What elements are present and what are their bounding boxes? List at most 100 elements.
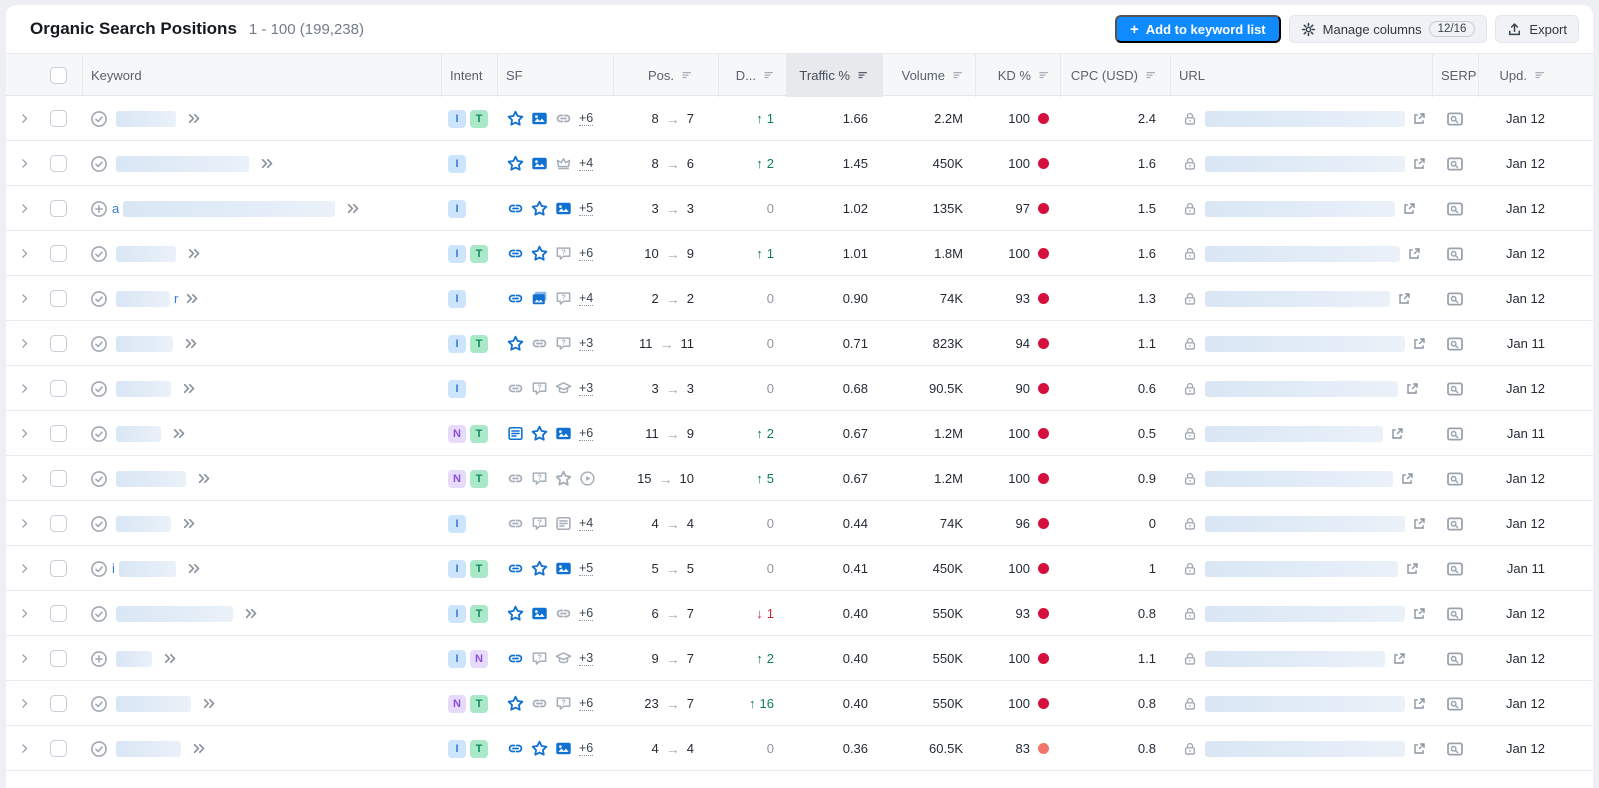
more-serp-features-link[interactable]: +5 [579, 201, 593, 216]
column-header-upd[interactable]: Upd. [1478, 54, 1556, 97]
sort-icon[interactable] [763, 69, 776, 82]
external-link-icon[interactable] [1412, 741, 1427, 756]
sort-icon[interactable] [681, 69, 694, 82]
column-header-diff[interactable]: D... [718, 54, 786, 97]
expand-chevron-icon[interactable] [18, 112, 31, 125]
more-serp-features-link[interactable]: +6 [579, 606, 593, 621]
sort-icon[interactable] [857, 69, 870, 82]
double-chevron-icon[interactable] [346, 201, 361, 216]
double-chevron-icon[interactable] [202, 696, 217, 711]
double-chevron-icon[interactable] [187, 246, 202, 261]
external-link-icon[interactable] [1390, 426, 1405, 441]
external-link-icon[interactable] [1392, 651, 1407, 666]
expand-chevron-icon[interactable] [18, 382, 31, 395]
row-checkbox[interactable] [50, 650, 67, 667]
column-header-cpc[interactable]: CPC (USD) [1060, 54, 1170, 97]
expand-chevron-icon[interactable] [18, 292, 31, 305]
row-checkbox[interactable] [50, 290, 67, 307]
expand-chevron-icon[interactable] [18, 697, 31, 710]
add-to-keyword-list-button[interactable]: + Add to keyword list [1115, 15, 1281, 43]
external-link-icon[interactable] [1397, 291, 1412, 306]
expand-chevron-icon[interactable] [18, 607, 31, 620]
expand-chevron-icon[interactable] [18, 742, 31, 755]
serp-preview-icon[interactable] [1446, 470, 1464, 488]
row-checkbox[interactable] [50, 245, 67, 262]
row-checkbox[interactable] [50, 740, 67, 757]
more-serp-features-link[interactable]: +3 [579, 381, 593, 396]
expand-chevron-icon[interactable] [18, 562, 31, 575]
double-chevron-icon[interactable] [184, 336, 199, 351]
double-chevron-icon[interactable] [182, 516, 197, 531]
serp-preview-icon[interactable] [1446, 695, 1464, 713]
row-checkbox[interactable] [50, 380, 67, 397]
double-chevron-icon[interactable] [244, 606, 259, 621]
serp-preview-icon[interactable] [1446, 650, 1464, 668]
sort-icon[interactable] [1038, 69, 1051, 82]
column-header-kd[interactable]: KD % [975, 54, 1060, 97]
serp-preview-icon[interactable] [1446, 560, 1464, 578]
serp-preview-icon[interactable] [1446, 605, 1464, 623]
external-link-icon[interactable] [1412, 606, 1427, 621]
row-checkbox[interactable] [50, 155, 67, 172]
column-header-pos[interactable]: Pos. [613, 54, 718, 97]
double-chevron-icon[interactable] [260, 156, 275, 171]
sort-icon[interactable] [952, 69, 965, 82]
more-serp-features-link[interactable]: +4 [579, 156, 593, 171]
external-link-icon[interactable] [1412, 516, 1427, 531]
double-chevron-icon[interactable] [187, 561, 202, 576]
serp-preview-icon[interactable] [1446, 515, 1464, 533]
row-checkbox[interactable] [50, 335, 67, 352]
serp-preview-icon[interactable] [1446, 740, 1464, 758]
row-checkbox[interactable] [50, 425, 67, 442]
column-header-volume[interactable]: Volume [882, 54, 975, 97]
expand-chevron-icon[interactable] [18, 247, 31, 260]
external-link-icon[interactable] [1407, 246, 1422, 261]
expand-chevron-icon[interactable] [18, 427, 31, 440]
more-serp-features-link[interactable]: +6 [579, 111, 593, 126]
expand-chevron-icon[interactable] [18, 202, 31, 215]
double-chevron-icon[interactable] [182, 381, 197, 396]
row-checkbox[interactable] [50, 560, 67, 577]
row-checkbox[interactable] [50, 470, 67, 487]
more-serp-features-link[interactable]: +3 [579, 336, 593, 351]
double-chevron-icon[interactable] [172, 426, 187, 441]
external-link-icon[interactable] [1412, 111, 1427, 126]
external-link-icon[interactable] [1412, 156, 1427, 171]
double-chevron-icon[interactable] [187, 111, 202, 126]
expand-chevron-icon[interactable] [18, 517, 31, 530]
more-serp-features-link[interactable]: +3 [579, 651, 593, 666]
serp-preview-icon[interactable] [1446, 335, 1464, 353]
more-serp-features-link[interactable]: +4 [579, 516, 593, 531]
export-button[interactable]: Export [1495, 15, 1579, 43]
serp-preview-icon[interactable] [1446, 245, 1464, 263]
column-header-traffic[interactable]: Traffic % [786, 54, 882, 97]
external-link-icon[interactable] [1412, 336, 1427, 351]
row-checkbox[interactable] [50, 110, 67, 127]
expand-chevron-icon[interactable] [18, 652, 31, 665]
serp-preview-icon[interactable] [1446, 425, 1464, 443]
row-checkbox[interactable] [50, 200, 67, 217]
double-chevron-icon[interactable] [185, 291, 200, 306]
external-link-icon[interactable] [1405, 381, 1420, 396]
expand-chevron-icon[interactable] [18, 157, 31, 170]
sort-icon[interactable] [1534, 69, 1547, 82]
more-serp-features-link[interactable]: +5 [579, 561, 593, 576]
more-serp-features-link[interactable]: +6 [579, 696, 593, 711]
serp-preview-icon[interactable] [1446, 290, 1464, 308]
row-checkbox[interactable] [50, 605, 67, 622]
external-link-icon[interactable] [1405, 561, 1420, 576]
expand-chevron-icon[interactable] [18, 472, 31, 485]
double-chevron-icon[interactable] [163, 651, 178, 666]
row-checkbox[interactable] [50, 695, 67, 712]
row-checkbox[interactable] [50, 515, 67, 532]
more-serp-features-link[interactable]: +4 [579, 291, 593, 306]
select-all-checkbox[interactable] [50, 67, 67, 84]
expand-chevron-icon[interactable] [18, 337, 31, 350]
external-link-icon[interactable] [1402, 201, 1417, 216]
sort-icon[interactable] [1145, 69, 1158, 82]
serp-preview-icon[interactable] [1446, 200, 1464, 218]
more-serp-features-link[interactable]: +6 [579, 246, 593, 261]
serp-preview-icon[interactable] [1446, 110, 1464, 128]
manage-columns-button[interactable]: Manage columns 12/16 [1289, 15, 1488, 43]
external-link-icon[interactable] [1400, 471, 1415, 486]
